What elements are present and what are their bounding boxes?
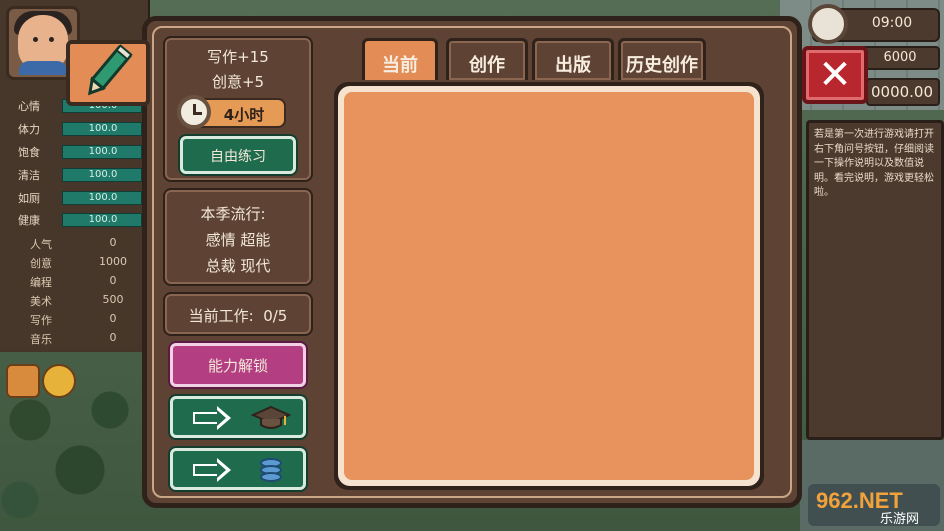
attribute-value: 1000: [99, 255, 127, 268]
attribute-row: 写作 0: [0, 311, 150, 329]
stat-row: 饱食 100.0: [0, 143, 150, 161]
stat-value: 100.0: [88, 214, 118, 225]
stat-bar: 100.0: [62, 145, 142, 159]
stat-value: 100.0: [88, 123, 118, 134]
tab-label: 历史创作: [626, 55, 698, 76]
avatar-eye-right: [49, 37, 54, 42]
tab-label: 出版: [555, 55, 591, 76]
pencil-icon-graphic: [87, 44, 133, 96]
attribute-label: 音乐: [30, 333, 52, 346]
trend-genres-1: 感情 超能: [205, 231, 271, 249]
attribute-row: 美术 500: [0, 292, 150, 310]
skill-gain-writing: 写作+15: [207, 48, 269, 66]
stat-bar: 100.0: [62, 213, 142, 227]
attribute-value: 0: [109, 331, 117, 344]
attribute-value: 0: [109, 274, 117, 287]
watermark-brand: 962.NET: [816, 488, 903, 513]
stat-row: 清洁 100.0: [0, 166, 150, 184]
tab-current[interactable]: 当前: [362, 38, 438, 80]
ability-unlock-button[interactable]: 能力解锁: [170, 343, 306, 387]
tab-label: 当前: [382, 55, 418, 76]
stat-bar: 100.0: [62, 191, 142, 205]
attribute-value: 0: [109, 312, 117, 325]
site-watermark: 962.NET 乐游网: [808, 484, 940, 526]
coil-icon: [260, 458, 282, 482]
attribute-row: 人气 0: [0, 235, 150, 253]
tab-publish[interactable]: 出版: [532, 38, 614, 80]
map-icon[interactable]: [6, 364, 40, 398]
money-value: 6000: [883, 50, 917, 65]
close-button[interactable]: ✕: [802, 46, 868, 104]
attribute-label: 写作: [30, 314, 52, 327]
attribute-value: 500: [102, 293, 124, 306]
tab-create[interactable]: 创作: [446, 38, 528, 80]
attribute-row: 创意 1000: [0, 254, 150, 272]
ability-unlock-label: 能力解锁: [207, 357, 268, 375]
attribute-label: 编程: [30, 276, 52, 289]
go-workshop-button[interactable]: [170, 448, 306, 490]
stat-bar: 100.0: [62, 168, 142, 182]
attribute-row: 编程 0: [0, 273, 150, 291]
balance-value: 0000.00: [870, 83, 934, 101]
tab-history[interactable]: 历史创作: [618, 38, 706, 80]
avatar-shirt: [19, 61, 67, 75]
stat-bar: 100.0: [62, 122, 142, 136]
stat-label: 体力: [18, 123, 40, 136]
work-count-label: 当前工作: 0/5: [188, 307, 288, 325]
go-study-button[interactable]: [170, 396, 306, 438]
graduation-cap-icon: [251, 405, 291, 429]
stat-row: 体力 100.0: [0, 120, 150, 138]
stat-row: 健康 100.0: [0, 211, 150, 229]
attribute-value: 0: [109, 236, 117, 249]
trend-title: 本季流行:: [200, 205, 266, 223]
stat-label: 清洁: [18, 169, 40, 182]
clock-icon: [808, 4, 848, 44]
free-practice-label: 自由练习: [210, 149, 266, 165]
clock-time: 09:00: [871, 15, 913, 31]
stat-label: 如厕: [18, 192, 40, 205]
free-practice-button[interactable]: 自由练习: [180, 136, 296, 174]
content-area: [344, 92, 754, 480]
close-icon: ✕: [818, 52, 852, 98]
watermark-sub: 乐游网: [880, 512, 919, 526]
arrow-right-icon: [193, 406, 233, 430]
pencil-icon: [66, 40, 150, 106]
duration-value: 4小时: [223, 106, 265, 124]
attribute-label: 美术: [30, 295, 52, 308]
tip-text: 若是第一次进行游戏请打开右下角问号按钮，仔细阅读一下操作说明以及数值说明。看完说…: [814, 129, 934, 198]
attribute-row: 音乐 0: [0, 330, 150, 348]
stat-value: 100.0: [88, 192, 118, 203]
avatar-eye-left: [33, 37, 38, 42]
attribute-label: 人气: [30, 238, 52, 251]
stat-row: 如厕 100.0: [0, 189, 150, 207]
stat-value: 100.0: [88, 146, 118, 157]
stopwatch-hand: [193, 112, 202, 115]
attribute-label: 创意: [30, 257, 52, 270]
arrow-right-icon: [193, 458, 233, 482]
stat-label: 饱食: [18, 146, 40, 159]
stat-value: 100.0: [88, 169, 118, 180]
stat-label: 健康: [18, 214, 40, 227]
trend-genres-2: 总裁 现代: [205, 257, 271, 275]
stat-label: 心情: [18, 100, 40, 113]
skill-gain-creativity: 创意+5: [211, 73, 265, 91]
stopwatch-icon: [177, 95, 211, 129]
sun-icon[interactable]: [42, 364, 76, 398]
tab-label: 创作: [469, 55, 505, 76]
